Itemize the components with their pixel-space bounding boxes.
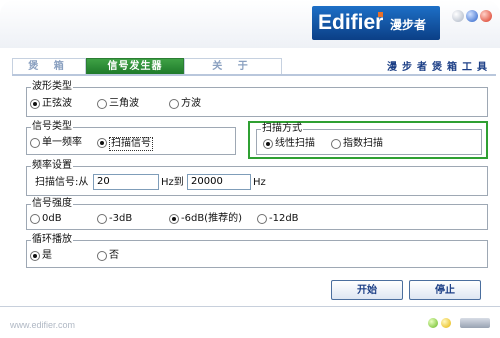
radio-label: 指数扫描 bbox=[343, 138, 383, 149]
frequency-group: 频率设置 扫描信号:从 Hz到 Hz bbox=[26, 160, 488, 196]
radio-label: 方波 bbox=[181, 98, 201, 109]
radio-label: 正弦波 bbox=[42, 98, 72, 109]
radio-label: 扫描信号 bbox=[109, 137, 153, 151]
signal-type-group: 信号类型 单一频率 扫描信号 bbox=[26, 121, 236, 155]
radio-label: 否 bbox=[109, 250, 119, 261]
waveform-group: 波形类型 正弦波 三角波 方波 bbox=[26, 81, 488, 117]
header: Edifier 漫步者 bbox=[0, 0, 500, 48]
help-icon[interactable] bbox=[452, 10, 464, 22]
sweep-from-label: 扫描信号:从 bbox=[35, 177, 89, 188]
strength-group: 信号强度 0dB -3dB -6dB(推荐的) -12dB bbox=[26, 198, 488, 230]
frequency-from-input[interactable] bbox=[93, 174, 159, 190]
minimize-icon[interactable] bbox=[466, 10, 478, 22]
stop-button[interactable]: 停止 bbox=[409, 280, 481, 300]
status-led-green-icon bbox=[428, 318, 438, 328]
hz-unit-label: Hz bbox=[253, 177, 266, 188]
radio-label: 线性扫描 bbox=[275, 138, 315, 149]
frequency-to-input[interactable] bbox=[187, 174, 251, 190]
edifier-logo: Edifier 漫步者 bbox=[312, 6, 440, 40]
radio-label: 三角波 bbox=[109, 98, 139, 109]
hz-to-label: Hz到 bbox=[161, 177, 184, 188]
logo-text: Edifier bbox=[318, 11, 384, 34]
tab-signal-generator[interactable]: 信号发生器 bbox=[86, 58, 184, 74]
close-icon[interactable] bbox=[480, 10, 492, 22]
scan-mode-group: 扫描方式 线性扫描 指数扫描 bbox=[256, 123, 482, 155]
logo-dot bbox=[378, 12, 383, 17]
frequency-legend: 频率设置 bbox=[31, 160, 73, 172]
radio-label: 0dB bbox=[42, 213, 62, 224]
waveform-legend: 波形类型 bbox=[31, 81, 73, 93]
radio-label: -12dB bbox=[269, 213, 299, 224]
app-window: Edifier 漫步者 煲 箱 信号发生器 关 于 漫步者煲箱工具 波形类型 正… bbox=[0, 0, 500, 338]
strength-legend: 信号强度 bbox=[31, 198, 73, 210]
radio-label: 单一频率 bbox=[42, 137, 82, 148]
radio-label: -6dB(推荐的) bbox=[181, 213, 242, 224]
radio-label: 是 bbox=[42, 250, 52, 261]
signal-type-legend: 信号类型 bbox=[31, 121, 73, 133]
start-button[interactable]: 开始 bbox=[331, 280, 403, 300]
logo-cn-text: 漫步者 bbox=[390, 18, 427, 32]
brand-title: 漫步者煲箱工具 bbox=[387, 62, 492, 73]
radio-label: -3dB bbox=[109, 213, 133, 224]
status-led-yellow-icon bbox=[441, 318, 451, 328]
tab-about[interactable]: 关 于 bbox=[184, 58, 282, 74]
tab-speaker-burn-in[interactable]: 煲 箱 bbox=[12, 58, 86, 74]
loop-legend: 循环播放 bbox=[31, 234, 73, 246]
speaker-badge-icon bbox=[460, 318, 490, 328]
footer-url: www.edifier.com bbox=[10, 320, 76, 330]
loop-group: 循环播放 是 否 bbox=[26, 234, 488, 268]
scan-mode-legend: 扫描方式 bbox=[261, 123, 303, 135]
footer-divider bbox=[0, 306, 500, 307]
